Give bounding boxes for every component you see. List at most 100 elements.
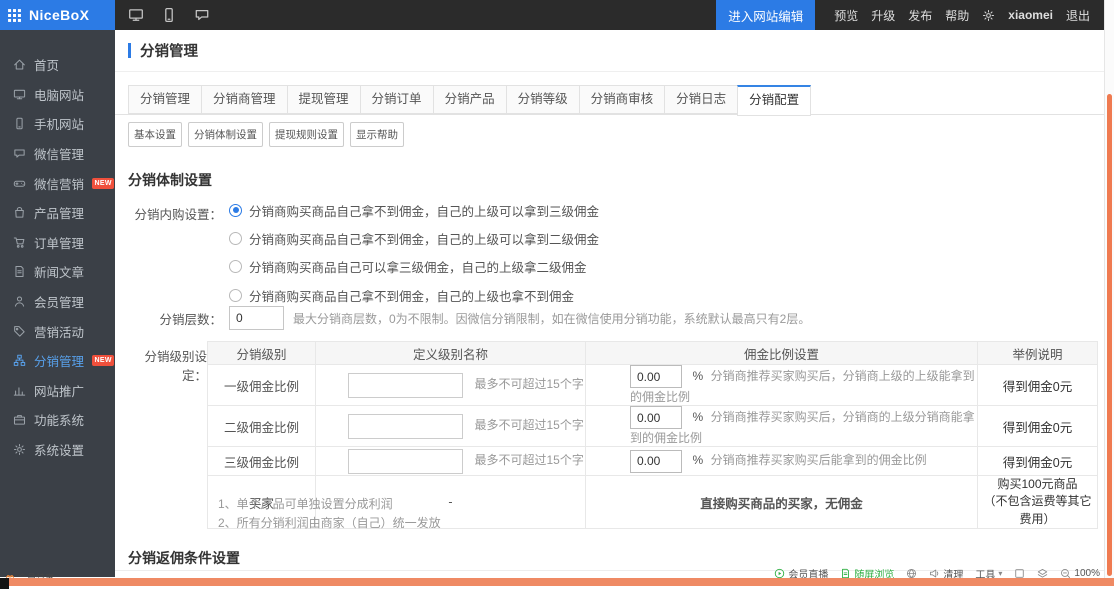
subtab-basic-settings[interactable]: 基本设置: [128, 122, 182, 147]
wechat-bubble-icon: [13, 147, 26, 160]
logout-link[interactable]: 退出: [1066, 7, 1090, 24]
col-header-rate: 佣金比例设置: [586, 342, 978, 365]
distribution-levels-input[interactable]: [229, 306, 284, 330]
radio-option-1[interactable]: 分销商购买商品自己拿不到佣金，自己的上级可以拿到三级佣金: [229, 196, 599, 224]
tab-distribution-config[interactable]: 分销配置: [737, 85, 811, 116]
settings-gear-icon[interactable]: [982, 9, 995, 22]
sidebar-item-marketing-activities[interactable]: 营销活动: [0, 316, 115, 346]
example-cell: 得到佣金0元: [978, 406, 1098, 447]
tab-distribution-products[interactable]: 分销产品: [433, 85, 507, 114]
tab-distribution-orders[interactable]: 分销订单: [360, 85, 434, 114]
subtab-show-help[interactable]: 显示帮助: [350, 122, 404, 147]
sidebar-item-member-management[interactable]: 会员管理: [0, 287, 115, 317]
radio-option-3[interactable]: 分销商购买商品自己可以拿三级佣金，自己的上级拿二级佣金: [229, 253, 599, 281]
tab-withdrawal-management[interactable]: 提现管理: [287, 85, 361, 114]
sidebar-item-label: 营销活动: [34, 322, 84, 341]
sidebar-item-site-promotion[interactable]: 网站推广: [0, 376, 115, 406]
sidebar-item-news-articles[interactable]: 新闻文章: [0, 257, 115, 287]
chevron-down-icon: ▾: [998, 569, 1002, 578]
orange-overlay-bar: [8, 578, 1114, 586]
sidebar-item-home[interactable]: 首页: [0, 50, 115, 80]
tab-distribution-grades[interactable]: 分销等级: [506, 85, 580, 114]
document-icon: [13, 265, 26, 278]
wechat-preview-icon[interactable]: [194, 7, 210, 23]
desktop-preview-icon[interactable]: [128, 7, 144, 23]
radio-button[interactable]: [229, 232, 242, 245]
corner-black-square: [0, 578, 9, 589]
preview-link[interactable]: 预览: [834, 7, 858, 24]
page-title-row: 分销管理: [115, 30, 1104, 72]
levels-hint: 最大分销商层数，0为不限制。因微信分销限制，如在微信使用分销功能，系统默认最高只…: [293, 310, 810, 327]
inner-purchase-label: 分销内购设置：: [128, 196, 222, 310]
col-header-name: 定义级别名称: [316, 342, 586, 365]
level1-rate-input[interactable]: [630, 365, 682, 388]
sidebar-item-product-management[interactable]: 产品管理: [0, 198, 115, 228]
level2-rate-input[interactable]: [630, 406, 682, 429]
publish-link[interactable]: 发布: [908, 7, 932, 24]
mobile-preview-icon[interactable]: [161, 7, 177, 23]
buyer-example-line1: 购买100元商品: [978, 476, 1097, 493]
name-hint: 最多不可超过15个字: [474, 418, 583, 432]
tag-icon: [13, 325, 26, 338]
section-heading-rebate: 分销返佣条件设置: [128, 548, 240, 568]
sidebar-item-label: 首页: [34, 55, 59, 74]
sidebar-item-order-management[interactable]: 订单管理: [0, 228, 115, 258]
main-content: 分销管理 分销管理 分销商管理 提现管理 分销订单 分销产品 分销等级 分销商审…: [115, 30, 1104, 589]
level3-name-input[interactable]: [348, 449, 463, 474]
subtab-system-settings[interactable]: 分销体制设置: [188, 122, 263, 147]
help-link[interactable]: 帮助: [945, 7, 969, 24]
username[interactable]: xiaomei: [1008, 8, 1053, 22]
inner-purchase-setting: 分销内购设置： 分销商购买商品自己拿不到佣金，自己的上级可以拿到三级佣金 分销商…: [128, 196, 599, 310]
app-root: NiceBoX 进入网站编辑 预览 升级 发布 帮助 xiaomei 退出 首页…: [0, 0, 1114, 589]
title-accent-bar: [128, 43, 131, 58]
sidebar-item-label: 电脑网站: [34, 85, 84, 104]
buyer-example-line2: （不包含运费等其它费用）: [978, 493, 1097, 528]
enter-site-editor-button[interactable]: 进入网站编辑: [716, 0, 815, 30]
tab-distributor-management[interactable]: 分销商管理: [201, 85, 288, 114]
example-cell: 得到佣金0元: [978, 365, 1098, 406]
sidebar-item-distribution-management[interactable]: 分销管理 NEW: [0, 346, 115, 376]
sidebar-item-label: 新闻文章: [34, 262, 84, 281]
scrollbar-thumb[interactable]: [1107, 94, 1112, 576]
sidebar-item-system-settings[interactable]: 系统设置: [0, 435, 115, 465]
level1-name-input[interactable]: [348, 373, 463, 398]
sidebar-item-label: 微信管理: [34, 144, 84, 163]
subtab-withdrawal-rules[interactable]: 提现规则设置: [269, 122, 344, 147]
level3-rate-input[interactable]: [630, 450, 682, 473]
shopping-bag-icon: [13, 206, 26, 219]
sidebar-item-function-system[interactable]: 功能系统: [0, 405, 115, 435]
section-heading-system: 分销体制设置: [128, 170, 212, 190]
example-cell: 得到佣金0元: [978, 447, 1098, 476]
user-icon: [13, 295, 26, 308]
table-row-level-1: 一级佣金比例 最多不可超过15个字 % 分销商推荐买家购买后，分销商上级的上级能…: [208, 365, 1098, 406]
sidebar-item-wechat-marketing[interactable]: 微信营销 NEW: [0, 168, 115, 198]
upgrade-link[interactable]: 升级: [871, 7, 895, 24]
sidebar-item-label: 微信营销: [34, 174, 84, 193]
radio-label: 分销商购买商品自己拿不到佣金，自己的上级也拿不到佣金: [249, 286, 574, 305]
sidebar-item-pc-site[interactable]: 电脑网站: [0, 80, 115, 110]
radio-button[interactable]: [229, 289, 242, 302]
tab-distribution-logs[interactable]: 分销日志: [664, 85, 738, 114]
percent-sign: %: [692, 410, 703, 424]
sidebar-item-mobile-site[interactable]: 手机网站: [0, 109, 115, 139]
tab-distributor-review[interactable]: 分销商审核: [579, 85, 666, 114]
radio-button[interactable]: [229, 204, 242, 217]
sidebar-item-label: 系统设置: [34, 440, 84, 459]
org-tree-icon: [13, 354, 26, 367]
level2-name-input[interactable]: [348, 414, 463, 439]
sidebar-item-label: 订单管理: [34, 233, 84, 252]
distribution-levels-setting: 分销层数： 最大分销商层数，0为不限制。因微信分销限制，如在微信使用分销功能，系…: [128, 306, 810, 330]
app-logo[interactable]: NiceBoX: [0, 0, 115, 30]
phone-icon: [13, 117, 26, 130]
sidebar-item-wechat-management[interactable]: 微信管理: [0, 139, 115, 169]
subtab-bar: 基本设置 分销体制设置 提现规则设置 显示帮助: [128, 122, 404, 147]
page-title: 分销管理: [140, 40, 198, 61]
new-badge: NEW: [92, 355, 114, 366]
radio-group: 分销商购买商品自己拿不到佣金，自己的上级可以拿到三级佣金 分销商购买商品自己拿不…: [229, 196, 599, 310]
gamepad-icon: [13, 177, 26, 190]
tab-distribution-management[interactable]: 分销管理: [128, 85, 202, 114]
level-cell: 二级佣金比例: [208, 406, 316, 447]
new-badge: NEW: [92, 178, 114, 189]
radio-option-2[interactable]: 分销商购买商品自己拿不到佣金，自己的上级可以拿到二级佣金: [229, 224, 599, 252]
radio-button[interactable]: [229, 260, 242, 273]
